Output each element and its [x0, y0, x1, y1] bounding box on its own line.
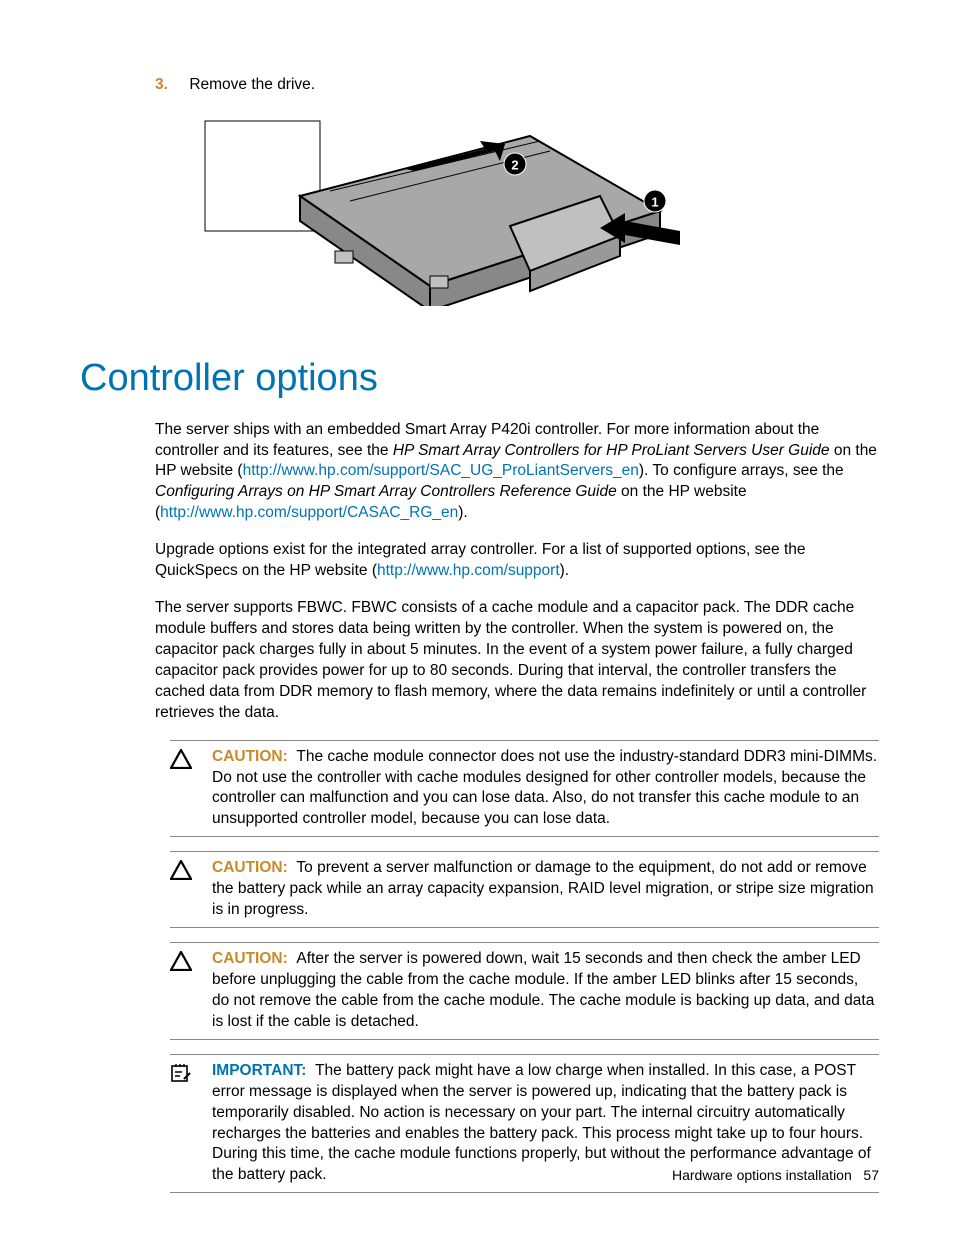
step-text: Remove the drive.	[189, 76, 315, 93]
caution-icon	[170, 747, 198, 831]
drive-removal-figure: 1 2	[180, 116, 879, 313]
link-sac-ug[interactable]: http://www.hp.com/support/SAC_UG_ProLian…	[243, 462, 639, 479]
footer-section: Hardware options installation	[672, 1167, 852, 1183]
caution-text: After the server is powered down, wait 1…	[212, 950, 874, 1030]
caution-text: To prevent a server malfunction or damag…	[212, 859, 874, 918]
caution-label: CAUTION:	[212, 859, 288, 876]
svg-text:2: 2	[511, 157, 518, 172]
important-icon	[170, 1061, 198, 1187]
page-footer: Hardware options installation 57	[672, 1166, 879, 1185]
important-label: IMPORTANT:	[212, 1062, 306, 1079]
intro-paragraph-1: The server ships with an embedded Smart …	[155, 420, 879, 525]
caution-block-3: CAUTION: After the server is powered dow…	[170, 942, 879, 1040]
link-hp-support[interactable]: http://www.hp.com/support	[377, 562, 560, 579]
caution-block-2: CAUTION: To prevent a server malfunction…	[170, 851, 879, 928]
caution-block-1: CAUTION: The cache module connector does…	[170, 740, 879, 838]
svg-text:1: 1	[651, 194, 658, 209]
step-number: 3.	[155, 75, 185, 96]
caution-label: CAUTION:	[212, 950, 288, 967]
step-item: 3. Remove the drive.	[155, 75, 879, 96]
caution-icon	[170, 949, 198, 1033]
caution-text: The cache module connector does not use …	[212, 748, 877, 828]
footer-page-number: 57	[863, 1167, 879, 1183]
intro-paragraph-2: Upgrade options exist for the integrated…	[155, 540, 879, 582]
fbwc-paragraph: The server supports FBWC. FBWC consists …	[155, 598, 879, 724]
link-casac-rg[interactable]: http://www.hp.com/support/CASAC_RG_en	[160, 504, 458, 521]
caution-label: CAUTION:	[212, 748, 288, 765]
section-heading: Controller options	[80, 353, 879, 404]
caution-icon	[170, 858, 198, 921]
